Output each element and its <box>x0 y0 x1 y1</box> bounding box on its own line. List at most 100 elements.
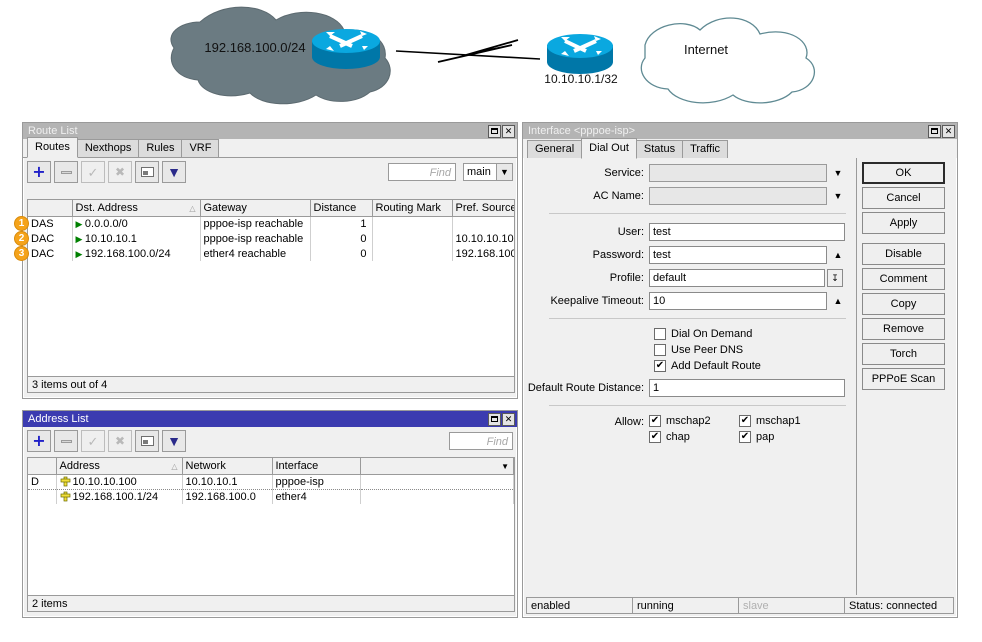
route-pref-source: 192.168.100.1 <box>452 246 514 261</box>
user-input[interactable]: test <box>649 223 845 241</box>
copy-button[interactable]: Copy <box>862 293 945 315</box>
comment-address-button[interactable] <box>135 430 159 452</box>
address-col-header[interactable] <box>28 458 57 475</box>
remove-button[interactable]: Remove <box>862 318 945 340</box>
address-col-header[interactable]: Address △ <box>56 458 183 475</box>
maximize-icon[interactable] <box>488 124 501 138</box>
checkbox-mschap2[interactable]: ✔ <box>649 415 661 427</box>
checkbox-row[interactable]: Use Peer DNS <box>654 344 856 356</box>
allow-row[interactable]: ✔ chap <box>649 431 739 443</box>
close-icon[interactable]: ✕ <box>942 124 955 138</box>
tab-nexthops[interactable]: Nexthops <box>76 139 140 157</box>
tab-rules[interactable]: Rules <box>138 139 183 157</box>
divider <box>549 213 846 214</box>
table-row[interactable]: DAC ▶ 10.10.10.1 pppoe-isp reachable 0 10.10… <box>28 231 514 246</box>
disable-route-button[interactable]: ✖ <box>108 161 132 183</box>
route-table-select[interactable]: main ▼ <box>463 163 513 181</box>
maximize-icon[interactable] <box>488 412 501 426</box>
checkbox-pap[interactable]: ✔ <box>739 431 751 443</box>
allow-row[interactable]: ✔ mschap2 <box>649 415 739 427</box>
route-distance: 1 <box>310 216 373 231</box>
keepalive-input[interactable]: 10 <box>649 292 827 310</box>
checkbox-row[interactable]: ✔ Add Default Route <box>654 360 856 372</box>
address-list-titlebar[interactable]: Address List ✕ <box>23 411 517 427</box>
comment-route-button[interactable] <box>135 161 159 183</box>
remove-route-button[interactable] <box>54 161 78 183</box>
route-col-header[interactable] <box>28 200 73 217</box>
filter-route-button[interactable]: ▼ <box>162 161 186 183</box>
ac-name-label: AC Name: <box>593 190 644 202</box>
route-col-header[interactable]: Pref. Source▼ <box>452 200 514 217</box>
service-input[interactable] <box>649 164 827 182</box>
address-network: 10.10.10.1 <box>182 474 273 490</box>
step-marker-1: 1 <box>14 216 29 231</box>
route-col-header[interactable]: Gateway <box>200 200 311 217</box>
allow-row[interactable]: ✔ mschap1 <box>739 415 829 427</box>
address-col-header[interactable]: ▼ <box>360 458 514 475</box>
route-list-titlebar[interactable]: Route List ✕ <box>23 123 517 139</box>
profile-input[interactable]: default <box>649 269 825 287</box>
tab-routes[interactable]: Routes <box>27 137 78 158</box>
comment-button[interactable]: Comment <box>862 268 945 290</box>
address-col-header[interactable]: Interface <box>272 458 361 475</box>
disable-button[interactable]: Disable <box>862 243 945 265</box>
route-find-input[interactable]: Find <box>388 163 456 181</box>
chevron-up-icon[interactable]: ▲ <box>831 292 845 310</box>
filter-address-button[interactable]: ▼ <box>162 430 186 452</box>
step-marker-2: 2 <box>14 231 29 246</box>
checkbox-row[interactable]: Dial On Demand <box>654 328 856 340</box>
enable-address-button[interactable]: ✓ <box>81 430 105 452</box>
tab-status[interactable]: Status <box>635 140 684 158</box>
torch-button[interactable]: Torch <box>862 343 945 365</box>
route-pref-source <box>452 216 514 231</box>
column-menu-icon[interactable]: ▼ <box>501 462 509 471</box>
route-col-header[interactable]: Distance <box>310 200 373 217</box>
ac-name-input[interactable] <box>649 187 827 205</box>
keepalive-row: Keepalive Timeout: 10 ▲ <box>523 292 856 310</box>
cancel-button[interactable]: Cancel <box>862 187 945 209</box>
default-route-distance-input[interactable]: 1 <box>649 379 845 397</box>
maximize-icon[interactable] <box>928 124 941 138</box>
checkbox-add-default-route[interactable]: ✔ <box>654 360 666 372</box>
add-route-button[interactable]: + <box>27 161 51 183</box>
table-row[interactable]: DAC ▶ 192.168.100.0/24 ether4 reachable 0 19… <box>28 246 514 261</box>
table-row[interactable]: 192.168.100.1/24 192.168.100.0 ether4 <box>28 489 514 504</box>
checkbox-use-peer-dns[interactable] <box>654 344 666 356</box>
chevron-down-icon[interactable]: ▼ <box>831 164 845 182</box>
interface-titlebar[interactable]: Interface <pppoe-isp> ✕ <box>523 123 957 139</box>
password-input[interactable]: test <box>649 246 827 264</box>
close-icon[interactable]: ✕ <box>502 412 515 426</box>
route-gateway: ether4 reachable <box>200 246 311 261</box>
disable-address-button[interactable]: ✖ <box>108 430 132 452</box>
close-icon[interactable]: ✕ <box>502 124 515 138</box>
profile-dropdown-button[interactable]: ↧ <box>827 269 843 287</box>
table-row[interactable]: D 10.10.10.100 10.10.10.1 pppoe-isp <box>28 474 514 490</box>
route-col-header[interactable]: Routing Mark <box>372 200 453 217</box>
chevron-down-icon: ▼ <box>497 163 513 181</box>
divider <box>549 318 846 319</box>
address-col-header[interactable]: Network <box>182 458 273 475</box>
tab-dial-out[interactable]: Dial Out <box>581 138 637 159</box>
chevron-up-icon[interactable]: ▲ <box>831 246 845 264</box>
remove-address-button[interactable] <box>54 430 78 452</box>
table-row[interactable]: DAS ▶ 0.0.0.0/0 pppoe-isp reachable 1 <box>28 216 514 231</box>
tab-vrf[interactable]: VRF <box>181 139 220 157</box>
allow-row[interactable]: ✔ pap <box>739 431 829 443</box>
enable-route-button[interactable]: ✓ <box>81 161 105 183</box>
address-find-input[interactable]: Find <box>449 432 513 450</box>
checkbox-dial-on-demand[interactable] <box>654 328 666 340</box>
address-value: 192.168.100.1/24 <box>56 489 183 504</box>
address-network: 192.168.100.0 <box>182 489 273 504</box>
interface-status-bar: enabled running slave Status: connected <box>526 597 954 614</box>
checkbox-mschap1[interactable]: ✔ <box>739 415 751 427</box>
ok-button[interactable]: OK <box>862 162 945 184</box>
pppoe-scan-button[interactable]: PPPoE Scan <box>862 368 945 390</box>
route-col-header[interactable]: Dst. Address △ <box>72 200 201 217</box>
tab-traffic[interactable]: Traffic <box>682 140 729 158</box>
apply-button[interactable]: Apply <box>862 212 945 234</box>
add-address-button[interactable]: + <box>27 430 51 452</box>
checkbox-chap[interactable]: ✔ <box>649 431 661 443</box>
status-running: running <box>632 597 738 614</box>
tab-general[interactable]: General <box>527 140 583 158</box>
chevron-down-icon[interactable]: ▼ <box>831 187 845 205</box>
